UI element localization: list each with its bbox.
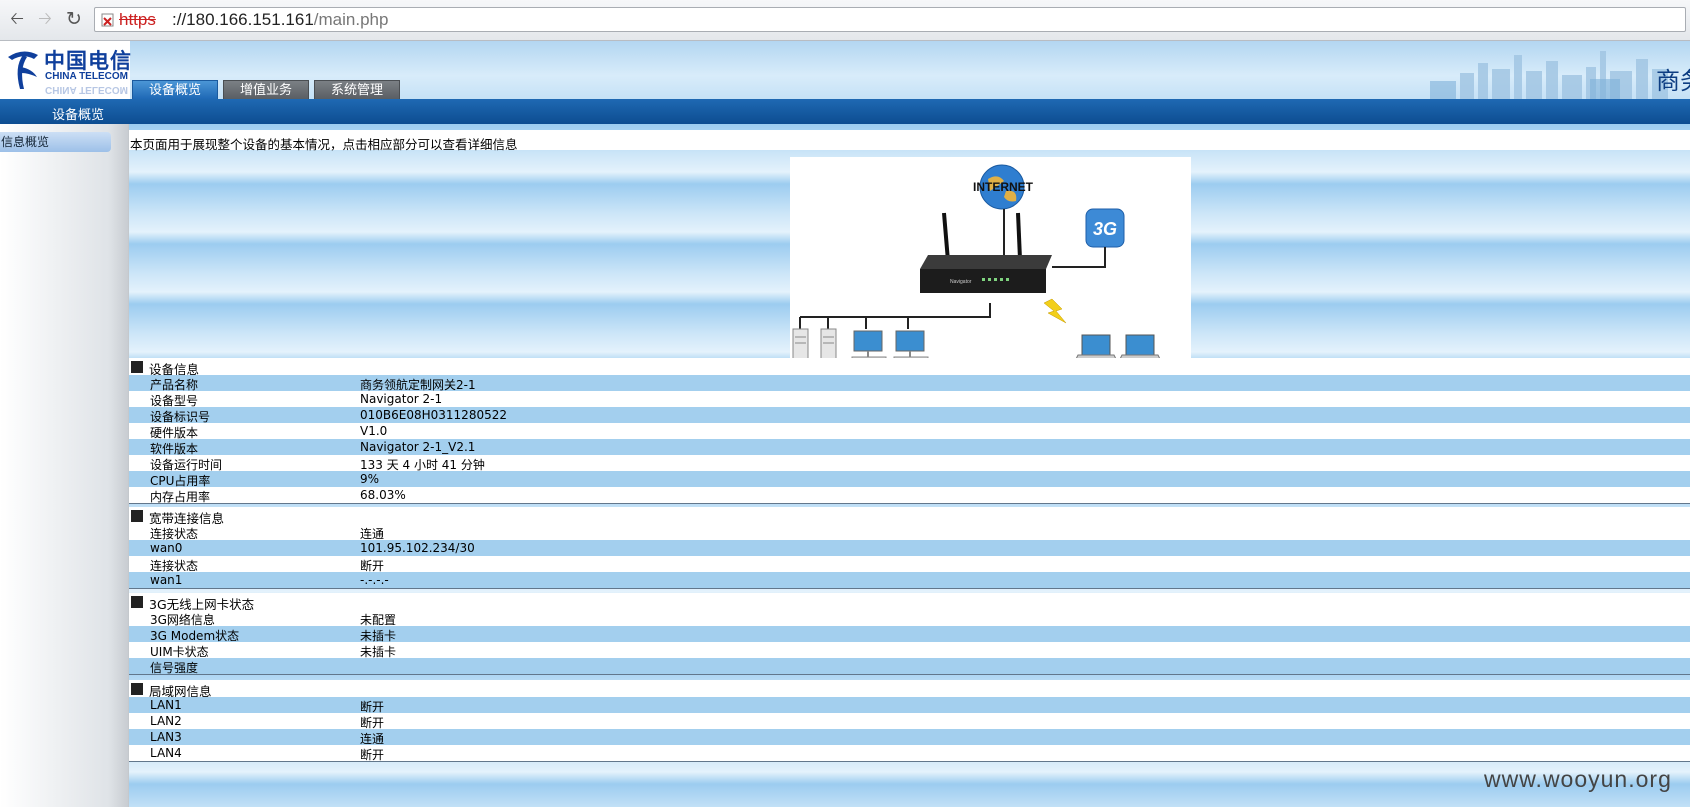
network-topology-diagram[interactable]: INTERNET 3G Navigator <box>790 157 1191 388</box>
table-row: 连接状态 连通 <box>129 524 1690 541</box>
section-bullet-icon <box>131 361 143 373</box>
section-broadband-info-title: 宽带连接信息 <box>129 507 1690 526</box>
subnav-device-overview[interactable]: 设备概览 <box>52 104 104 123</box>
router-model-label: Navigator <box>950 279 972 285</box>
table-row: CPU占用率 9% <box>129 471 1690 488</box>
browser-toolbar: 🡠 🡢 ↻ https ://180.166.151.161/main.php <box>0 0 1690 41</box>
city-skyline-image <box>1430 51 1668 99</box>
address-bar[interactable]: https ://180.166.151.161/main.php <box>94 7 1686 32</box>
intro-text: 本页面用于展现整个设备的基本情况，点击相应部分可以查看详细信息 <box>130 137 518 152</box>
row-label: wan1 <box>150 573 183 587</box>
url-text: ://180.166.151.161/main.php <box>172 10 388 30</box>
brand-corner-text: 商务 <box>1656 67 1690 95</box>
table-row: wan1 -.-.-.- <box>129 572 1690 589</box>
table-row: LAN1 断开 <box>129 697 1690 714</box>
url-host: ://180.166.151.161 <box>172 10 314 29</box>
laptop-icon[interactable] <box>1119 334 1161 360</box>
logo-reflection: CHINA TELECOM <box>45 84 128 95</box>
internet-label: INTERNET <box>973 180 1034 194</box>
sub-navigation-bar: 设备概览 <box>0 99 1690 124</box>
page-header: 中国电信 CHINA TELECOM CHINA TELECOM 商务 设备概览… <box>0 41 1690 99</box>
sidebar-item-info-overview[interactable]: 信息概览 <box>0 132 111 152</box>
table-row: UIM卡状态 未插卡 <box>129 642 1690 659</box>
forward-arrow-icon[interactable]: 🡢 <box>34 8 56 30</box>
row-label: LAN3 <box>150 730 182 744</box>
wireless-signal-icon <box>1043 298 1067 324</box>
section-bullet-icon <box>131 683 143 695</box>
row-value: 010B6E08H0311280522 <box>360 408 507 422</box>
table-row: 信号强度 <box>129 658 1690 675</box>
laptop-icon[interactable] <box>1075 334 1117 360</box>
row-value: V1.0 <box>360 424 388 438</box>
row-value: 101.95.102.234/30 <box>360 541 475 555</box>
row-label: LAN4 <box>150 746 182 760</box>
table-row: 设备运行时间 133 天 4 小时 41 分钟 <box>129 455 1690 472</box>
back-arrow-icon[interactable]: 🡠 <box>6 8 28 30</box>
table-row: LAN2 断开 <box>129 713 1690 730</box>
row-label: wan0 <box>150 541 183 555</box>
table-row: 设备标识号 010B6E08H0311280522 <box>129 407 1690 424</box>
table-row: 内存占用率 68.03% <box>129 487 1690 504</box>
section-3g-card-title: 3G无线上网卡状态 <box>129 593 1690 612</box>
intro-banner: 本页面用于展现整个设备的基本情况，点击相应部分可以查看详细信息 <box>129 130 1690 152</box>
table-row: 产品名称 商务领航定制网关2-1 <box>129 375 1690 392</box>
section-bullet-icon <box>131 596 143 608</box>
row-value: Navigator 2-1_V2.1 <box>360 440 476 454</box>
section-device-info-title: 设备信息 <box>129 358 1690 377</box>
table-row: 软件版本 Navigator 2-1_V2.1 <box>129 439 1690 456</box>
3g-label: 3G <box>1093 219 1117 239</box>
router-device-icon[interactable]: Navigator <box>920 212 1052 293</box>
row-value: 断开 <box>360 748 385 762</box>
reload-icon[interactable]: ↻ <box>63 8 85 30</box>
url-path: /main.php <box>313 10 389 29</box>
table-row: wan0 101.95.102.234/30 <box>129 540 1690 557</box>
table-row: LAN3 连通 <box>129 729 1690 746</box>
row-label: LAN2 <box>150 714 182 728</box>
row-value: Navigator 2-1 <box>360 392 443 406</box>
table-row: 硬件版本 V1.0 <box>129 423 1690 440</box>
table-row: 连接状态 断开 <box>129 556 1690 573</box>
row-label: 内存占用率 <box>150 490 211 504</box>
section-bullet-icon <box>131 510 143 522</box>
url-protocol: https <box>119 10 156 29</box>
table-row: LAN4 断开 <box>129 745 1690 762</box>
section-lan-info-title: 局域网信息 <box>129 680 1690 699</box>
row-value: -.-.-.- <box>360 573 389 587</box>
row-value: 68.03% <box>360 488 406 502</box>
table-row: 3G Modem状态 未插卡 <box>129 626 1690 643</box>
insecure-lock-icon <box>101 13 114 27</box>
tab-value-added-services[interactable]: 增值业务 <box>223 80 309 99</box>
row-label: 信号强度 <box>150 661 199 675</box>
row-label: LAN1 <box>150 698 182 712</box>
tab-system-management[interactable]: 系统管理 <box>314 80 400 99</box>
watermark-text: www.wooyun.org <box>1484 766 1672 792</box>
left-sidebar: 信息概览 <box>0 124 129 807</box>
tab-device-overview[interactable]: 设备概览 <box>132 80 218 99</box>
table-row: 3G网络信息 未配置 <box>129 610 1690 627</box>
telecom-emblem-icon <box>8 51 38 89</box>
3g-badge-icon[interactable]: 3G <box>1085 208 1125 248</box>
main-content: 本页面用于展现整个设备的基本情况，点击相应部分可以查看详细信息 INTERNET… <box>129 124 1690 807</box>
logo-english-text: CHINA TELECOM <box>45 71 128 82</box>
row-value: 9% <box>360 472 380 486</box>
china-telecom-logo[interactable]: 中国电信 CHINA TELECOM CHINA TELECOM <box>0 41 131 99</box>
table-row: 设备型号 Navigator 2-1 <box>129 391 1690 408</box>
